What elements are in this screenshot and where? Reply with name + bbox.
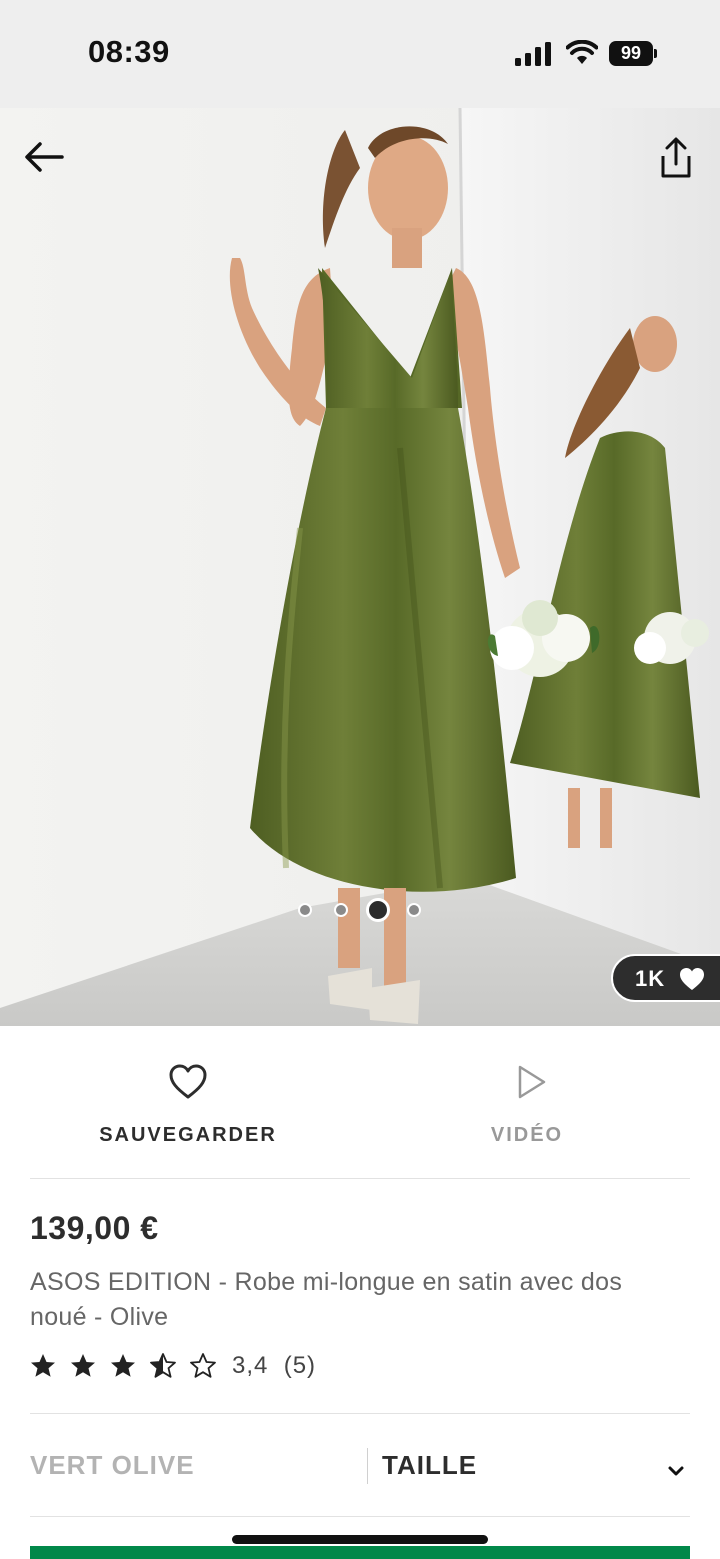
status-bar: 08:39 99 [0, 0, 720, 108]
wifi-icon [566, 40, 598, 64]
save-button[interactable]: SAUVEGARDER [38, 1026, 338, 1176]
share-icon[interactable] [654, 134, 698, 180]
star-filled-icon [111, 1354, 135, 1377]
star-filled-icon [71, 1354, 95, 1377]
carousel-dot[interactable] [334, 903, 348, 917]
rating-value: 3,4 [232, 1352, 269, 1379]
chevron-down-icon [668, 1466, 684, 1476]
battery-level: 99 [609, 41, 653, 66]
add-to-bag-button[interactable] [30, 1546, 690, 1559]
video-button[interactable]: VIDÉO [380, 1026, 680, 1176]
divider [30, 1178, 690, 1179]
heart-filled-icon [680, 968, 704, 990]
action-row: SAUVEGARDER VIDÉO [0, 1026, 720, 1178]
home-indicator[interactable] [232, 1535, 488, 1544]
rating-summary: 3,4 (5) [232, 1352, 316, 1380]
carousel-dot[interactable] [407, 903, 421, 917]
rating[interactable]: 3,4 (5) [30, 1350, 430, 1382]
star-filled-icon [31, 1354, 55, 1377]
video-label: VIDÉO [490, 1124, 564, 1146]
signal-icon [515, 42, 551, 66]
size-label: TAILLE [382, 1450, 478, 1480]
likes-count: 1K [635, 966, 666, 991]
product-photo[interactable] [0, 108, 720, 1026]
product-image-gallery[interactable]: 1K [0, 108, 720, 1026]
status-time: 08:39 [88, 34, 170, 69]
carousel-dots[interactable] [290, 898, 430, 922]
size-dropdown[interactable]: TAILLE [368, 1424, 698, 1508]
product-title: ASOS EDITION - Robe mi-longue en satin a… [30, 1268, 623, 1331]
colour-value: VERT OLIVE [30, 1450, 195, 1480]
save-label: SAUVEGARDER [99, 1124, 277, 1146]
carousel-dot-active[interactable] [366, 898, 390, 922]
back-arrow-icon[interactable] [20, 136, 70, 178]
heart-outline-icon [169, 1064, 207, 1099]
likes-badge: 1K [611, 954, 720, 1002]
divider [30, 1516, 690, 1517]
play-icon [518, 1065, 546, 1099]
product-price: 139,00 € [30, 1210, 159, 1246]
star-empty-icon [190, 1353, 216, 1378]
carousel-dot[interactable] [298, 903, 312, 917]
variant-selectors: VERT OLIVE TAILLE [0, 1414, 720, 1517]
star-half-icon [150, 1353, 176, 1378]
battery-icon: 99 [609, 41, 657, 66]
rating-count: (5) [283, 1352, 317, 1379]
